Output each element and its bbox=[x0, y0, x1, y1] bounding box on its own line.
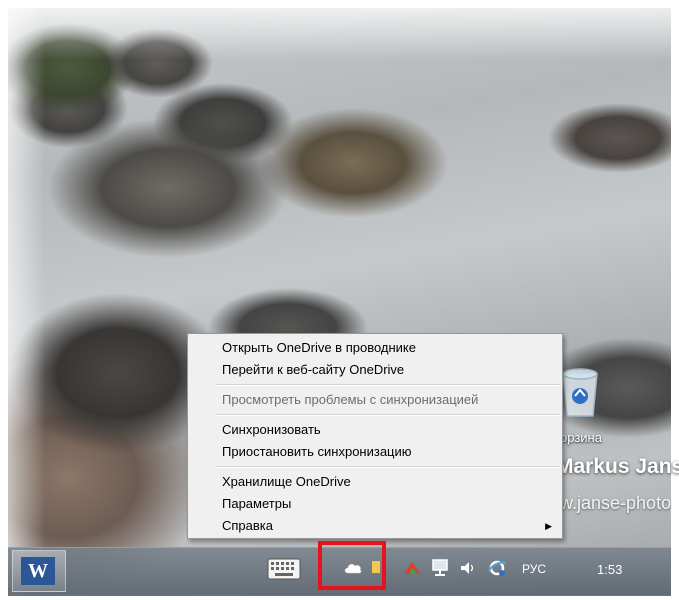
word-icon: W bbox=[21, 557, 55, 585]
clock[interactable]: 1:53 bbox=[597, 562, 622, 577]
menu-item-label: Хранилище OneDrive bbox=[222, 474, 351, 489]
menu-item-go-to-website[interactable]: Перейти к веб-сайту OneDrive bbox=[188, 359, 562, 381]
antivirus-icon[interactable] bbox=[403, 559, 421, 577]
menu-item-label: Параметры bbox=[222, 496, 292, 511]
network-icon[interactable] bbox=[430, 558, 450, 578]
menu-separator bbox=[216, 414, 560, 416]
menu-item-view-sync-problems: Просмотреть проблемы с синхронизацией bbox=[188, 389, 562, 411]
menu-item-help[interactable]: Справка ▶ bbox=[188, 515, 562, 537]
menu-item-pause-sync[interactable]: Приостановить синхронизацию bbox=[188, 441, 562, 463]
onedrive-context-menu: Открыть OneDrive в проводнике Перейти к … bbox=[187, 333, 563, 539]
submenu-arrow-icon: ▶ bbox=[545, 521, 552, 531]
menu-separator bbox=[216, 384, 560, 386]
sync-status-icon[interactable] bbox=[487, 559, 507, 577]
menu-item-label: Просмотреть проблемы с синхронизацией bbox=[222, 392, 479, 407]
menu-item-open-in-explorer[interactable]: Открыть OneDrive в проводнике bbox=[188, 337, 562, 359]
language-indicator[interactable]: РУС bbox=[522, 562, 546, 576]
volume-icon[interactable] bbox=[459, 560, 475, 576]
folder-icon[interactable] bbox=[372, 561, 380, 573]
menu-item-label: Справка bbox=[222, 518, 273, 533]
keyboard-icon[interactable] bbox=[267, 557, 301, 581]
menu-separator bbox=[216, 466, 560, 468]
menu-item-settings[interactable]: Параметры bbox=[188, 493, 562, 515]
menu-item-label: Синхронизовать bbox=[222, 422, 321, 437]
watermark-name: Markus Jans bbox=[556, 455, 679, 478]
onedrive-cloud-icon[interactable] bbox=[343, 560, 363, 574]
watermark-url: w.janse-photo bbox=[560, 493, 672, 513]
menu-item-label: Приостановить синхронизацию bbox=[222, 444, 412, 459]
menu-item-onedrive-storage[interactable]: Хранилище OneDrive bbox=[188, 471, 562, 493]
menu-item-label: Перейти к веб-сайту OneDrive bbox=[222, 362, 405, 377]
menu-item-label: Открыть OneDrive в проводнике bbox=[222, 340, 416, 355]
taskbar-word-button[interactable]: W bbox=[12, 550, 66, 592]
menu-item-sync[interactable]: Синхронизовать bbox=[188, 419, 562, 441]
recycle-bin-label: орзина bbox=[560, 430, 602, 445]
